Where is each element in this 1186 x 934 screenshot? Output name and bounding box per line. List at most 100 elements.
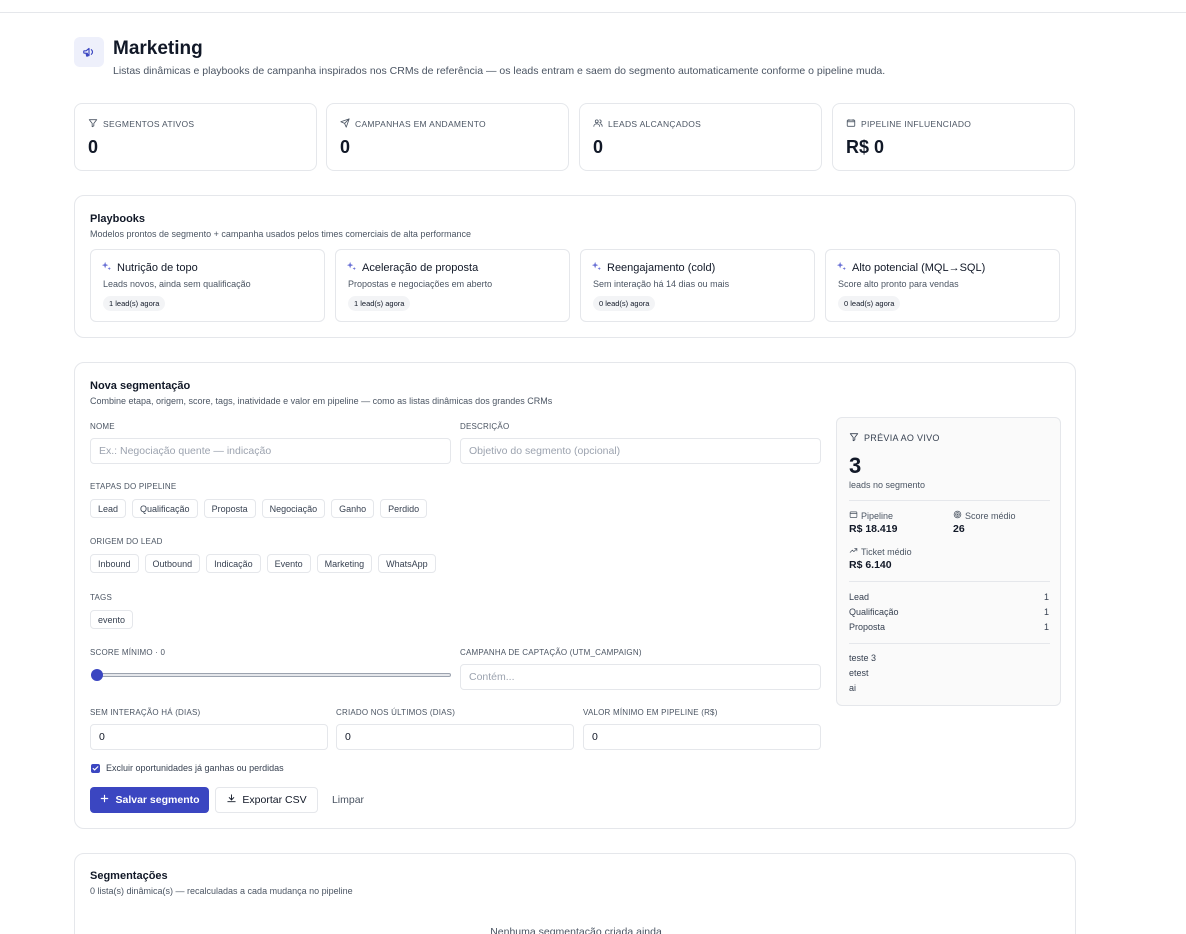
inactive-days-input[interactable] (90, 724, 328, 750)
export-csv-button[interactable]: Exportar CSV (215, 787, 318, 813)
preview-ticket-label: Ticket médio (861, 546, 912, 557)
segments-title: Segmentações (90, 870, 168, 882)
stat-value: 0 (340, 137, 351, 157)
preview-pipeline-label: Pipeline (861, 510, 894, 521)
exclude-label: Excluir oportunidades já ganhas ou perdi… (106, 763, 284, 773)
name-input[interactable] (90, 438, 451, 464)
segments-subtitle: 0 lista(s) dinâmica(s) — recalculadas a … (90, 886, 353, 896)
send-icon (340, 118, 350, 130)
divider (849, 643, 1050, 644)
score-slider[interactable] (91, 668, 451, 682)
divider (849, 581, 1050, 582)
preview-pipeline-value: R$ 18.419 (849, 523, 898, 535)
min-value-input[interactable] (583, 724, 821, 750)
min-value-label: VALOR MÍNIMO EM PIPELINE (R$) (583, 708, 718, 717)
preview-lead: teste 3 (849, 653, 877, 663)
description-label: DESCRIÇÃO (460, 422, 510, 431)
playbook-item[interactable]: Nutrição de topo Leads novos, ainda sem … (90, 249, 325, 322)
form-title: Nova segmentação (90, 380, 191, 392)
preview-ticket-value: R$ 6.140 (849, 559, 892, 571)
preview-score-label: Score médio (965, 510, 1016, 521)
playbook-badge: 0 lead(s) agora (838, 296, 901, 311)
page-title: Marketing (113, 38, 203, 59)
playbook-desc: Leads novos, ainda sem qualificação (103, 279, 251, 289)
slider-track (91, 673, 451, 677)
playbooks-card: Playbooks Modelos prontos de segmento + … (74, 195, 1076, 338)
stages-label: ETAPAS DO PIPELINE (90, 482, 177, 491)
stage-chips: Lead Qualificação Proposta Negociação Ga… (90, 499, 428, 518)
stat-card-pipeline: PIPELINE INFLUENCIADO R$ 0 (832, 103, 1075, 171)
preview-score-value: 26 (953, 523, 965, 535)
origin-chip[interactable]: WhatsApp (378, 554, 436, 573)
playbook-desc: Propostas e negociações em aberto (348, 279, 493, 289)
stage-chip[interactable]: Lead (90, 499, 127, 518)
origin-chip[interactable]: Marketing (316, 554, 373, 573)
inactive-days-label: SEM INTERAÇÃO HÁ (DIAS) (90, 708, 201, 717)
slider-thumb[interactable] (91, 669, 103, 681)
exclude-checkbox[interactable] (91, 764, 100, 773)
save-segment-button[interactable]: Salvar segmento (90, 787, 209, 813)
wallet-icon (849, 510, 858, 521)
trending-up-icon (849, 546, 858, 557)
live-preview-panel: PRÉVIA AO VIVO 3 leads no segmento Pipel… (836, 417, 1061, 706)
origin-chip[interactable]: Inbound (90, 554, 139, 573)
stage-chip[interactable]: Proposta (203, 499, 256, 518)
preview-lead: ai (849, 683, 857, 693)
stage-chip[interactable]: Perdido (380, 499, 428, 518)
empty-state: Nenhuma segmentação criada ainda (490, 926, 662, 934)
stat-card-segments: SEGMENTOS ATIVOS 0 (74, 103, 317, 171)
tag-chips: evento (90, 610, 134, 629)
stage-chip[interactable]: Ganho (331, 499, 375, 518)
campaign-label: CAMPANHA DE CAPTAÇÃO (UTM_CAMPAIGN) (460, 648, 642, 657)
playbook-desc: Sem interação há 14 dias ou mais (593, 279, 730, 289)
campaign-input[interactable] (460, 664, 821, 690)
playbooks-title: Playbooks (90, 213, 146, 225)
playbook-title: Nutrição de topo (117, 262, 198, 274)
download-icon (226, 793, 237, 807)
filter-icon (849, 432, 859, 444)
plus-icon (99, 793, 110, 807)
playbook-badge: 1 lead(s) agora (103, 296, 166, 311)
origin-chip[interactable]: Evento (266, 554, 311, 573)
segment-form-card: Nova segmentação Combine etapa, origem, … (74, 362, 1076, 829)
filter-icon (88, 118, 98, 130)
description-input[interactable] (460, 438, 821, 464)
page-subtitle: Listas dinâmicas e playbooks de campanha… (113, 65, 886, 77)
tags-label: TAGS (90, 593, 112, 602)
stat-label: PIPELINE INFLUENCIADO (861, 119, 972, 129)
stat-card-leads: LEADS ALCANÇADOS 0 (579, 103, 822, 171)
origin-chips: Inbound Outbound Indicação Evento Market… (90, 554, 436, 573)
created-days-label: CRIADO NOS ÚLTIMOS (DIAS) (336, 708, 456, 717)
top-divider (0, 12, 1186, 13)
playbook-item[interactable]: Reengajamento (cold) Sem interação há 14… (580, 249, 815, 322)
playbook-item[interactable]: Aceleração de proposta Propostas e negoc… (335, 249, 570, 322)
stat-label: SEGMENTOS ATIVOS (103, 119, 195, 129)
playbooks-subtitle: Modelos prontos de segmento + campanha u… (90, 229, 471, 239)
origin-chip[interactable]: Outbound (144, 554, 201, 573)
sparkles-icon (591, 261, 602, 275)
origin-chip[interactable]: Indicação (206, 554, 261, 573)
preview-title: PRÉVIA AO VIVO (864, 433, 940, 443)
divider (849, 500, 1050, 501)
stage-chip[interactable]: Negociação (261, 499, 326, 518)
origin-label: ORIGEM DO LEAD (90, 537, 163, 546)
created-days-input[interactable] (336, 724, 574, 750)
stat-value: 0 (88, 137, 99, 157)
playbook-item[interactable]: Alto potencial (MQL→SQL) Score alto pron… (825, 249, 1060, 322)
sparkles-icon (346, 261, 357, 275)
tag-chip[interactable]: evento (90, 610, 134, 629)
stage-chip[interactable]: Qualificação (132, 499, 198, 518)
playbook-desc: Score alto pronto para vendas (838, 279, 959, 289)
playbook-title: Reengajamento (cold) (607, 262, 716, 274)
target-icon (953, 510, 962, 521)
form-subtitle: Combine etapa, origem, score, tags, inat… (90, 396, 553, 406)
preview-count-label: leads no segmento (849, 480, 926, 490)
name-label: NOME (90, 422, 115, 431)
playbook-title: Alto potencial (MQL→SQL) (852, 262, 986, 274)
preview-lead: etest (849, 668, 869, 678)
playbook-badge: 0 lead(s) agora (593, 296, 656, 311)
clear-button[interactable]: Limpar (323, 787, 373, 813)
users-icon (593, 118, 603, 130)
wallet-icon (846, 118, 856, 130)
sparkles-icon (101, 261, 112, 275)
